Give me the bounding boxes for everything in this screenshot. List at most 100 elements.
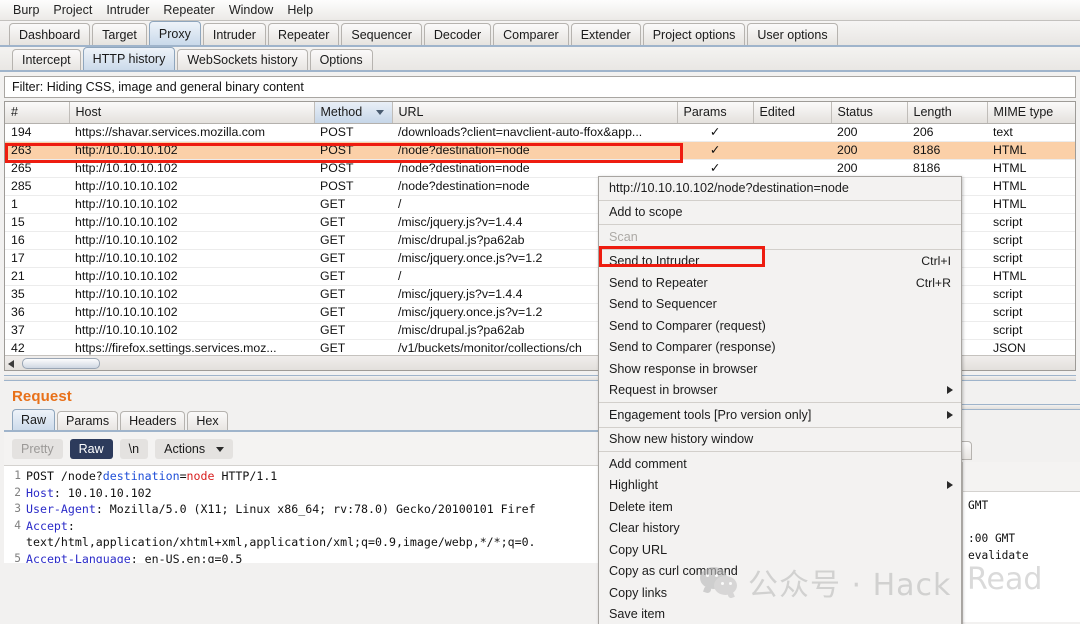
request-tab-label: Headers — [129, 414, 177, 428]
request-tab-headers[interactable]: Headers — [120, 411, 186, 430]
tab-extender[interactable]: Extender — [570, 23, 641, 45]
request-code-text: Accept-Language: en-US,en;q=0.5 — [26, 551, 242, 564]
context-menu-item-label: Scan — [609, 229, 638, 244]
column-header-method[interactable]: Method — [314, 102, 393, 124]
cell-url: /node?destination=node — [392, 141, 677, 160]
context-menu-item-send-to-comparer-request[interactable]: Send to Comparer (request) — [599, 315, 961, 337]
newline-toggle[interactable]: \n — [119, 439, 149, 459]
table-row[interactable]: 265 http://10.10.10.102 POST/node?destinat… — [5, 159, 1075, 178]
tab-label: Target — [102, 27, 137, 42]
pretty-toggle[interactable]: Pretty — [12, 439, 63, 459]
context-menu-item-copy-url[interactable]: Copy URL — [599, 539, 961, 561]
table-row[interactable]: 263 http://10.10.10.102 POST/node?destinat… — [5, 141, 1075, 160]
context-menu-separator — [599, 451, 961, 452]
tab-sequencer[interactable]: Sequencer — [341, 23, 422, 45]
context-menu-item-shortcut: Ctrl+I — [921, 254, 951, 269]
menu-item-project[interactable]: Project — [46, 1, 99, 20]
column-header-status[interactable]: Status — [831, 102, 908, 124]
context-menu-item-add-to-scope[interactable]: Add to scope — [599, 202, 961, 224]
context-menu-item-show-new-history-window[interactable]: Show new history window — [599, 429, 961, 451]
tab-user-options[interactable]: User options — [747, 23, 838, 45]
subtab-options[interactable]: Options — [309, 49, 373, 70]
tab-label: Repeater — [277, 27, 330, 42]
request-tab-params[interactable]: Params — [57, 411, 119, 430]
subtab-intercept[interactable]: Intercept — [12, 49, 81, 70]
request-tab-raw[interactable]: Raw — [12, 409, 56, 430]
context-menu-item-copy-as-curl-command[interactable]: Copy as curl command — [599, 561, 961, 583]
column-header-host[interactable]: Host — [69, 102, 315, 124]
menu-item-repeater[interactable]: Repeater — [156, 1, 221, 20]
menu-item-help[interactable]: Help — [280, 1, 320, 20]
context-menu-item-send-to-comparer-response[interactable]: Send to Comparer (response) — [599, 337, 961, 359]
subtab-http-history[interactable]: HTTP history — [82, 47, 176, 70]
context-menu-item-copy-links[interactable]: Copy links — [599, 582, 961, 604]
cell-method: GET — [314, 285, 392, 304]
context-menu-separator — [599, 426, 961, 428]
response-raw-editor-partial[interactable]: GMT :00 GMT evalidate — [962, 492, 1080, 622]
tab-dashboard[interactable]: Dashboard — [9, 23, 91, 45]
cell-host: http://10.10.10.102 — [69, 177, 314, 196]
context-menu-item-request-in-browser[interactable]: Request in browser — [599, 380, 961, 402]
response-tab-partial[interactable] — [962, 441, 972, 460]
cell-mime: script — [987, 303, 1075, 322]
raw-toggle[interactable]: Raw — [69, 439, 113, 459]
cell-host: http://10.10.10.102 — [69, 213, 314, 232]
tab-project-options[interactable]: Project options — [642, 23, 746, 45]
context-menu-item-send-to-sequencer[interactable]: Send to Sequencer — [599, 294, 961, 316]
code-segment: text/html,application/xhtml+xml,applicat… — [26, 535, 536, 549]
context-menu-item-add-comment[interactable]: Add comment — [599, 453, 961, 475]
tab-target[interactable]: Target — [92, 23, 147, 45]
subtab-websockets-history[interactable]: WebSockets history — [177, 49, 308, 70]
column-header-params[interactable]: Params — [677, 102, 754, 124]
scroll-left-arrow-icon[interactable] — [8, 360, 14, 368]
subtab-label: WebSockets history — [187, 53, 298, 67]
code-segment: Host — [26, 485, 54, 500]
context-menu-item-save-item[interactable]: Save item — [599, 604, 961, 624]
context-menu-item-engagement-tools-pro-version-only[interactable]: Engagement tools [Pro version only] — [599, 404, 961, 426]
context-menu-item-label: Show new history window — [609, 432, 754, 447]
menu-item-intruder[interactable]: Intruder — [99, 1, 156, 20]
column-header-[interactable]: # — [5, 102, 70, 124]
menu-item-burp[interactable]: Burp — [6, 1, 46, 20]
cell-mime: HTML — [987, 159, 1075, 178]
table-row[interactable]: 194 https://shavar.services.mozilla.com PO… — [5, 123, 1075, 142]
context-menu-item-send-to-repeater[interactable]: Send to Repeater Ctrl+R — [599, 272, 961, 294]
filter-bar[interactable]: Filter: Hiding CSS, image and general bi… — [4, 76, 1076, 98]
response-panel-partial: GMT :00 GMT evalidate — [962, 404, 1080, 624]
context-menu-item-label: Send to Intruder — [609, 254, 700, 269]
history-context-menu: http://10.10.10.102/node?destination=nod… — [598, 176, 962, 624]
tab-repeater[interactable]: Repeater — [267, 23, 340, 45]
cell-method: POST — [314, 141, 392, 160]
code-segment: : en-US,en;q=0.5 — [130, 551, 243, 564]
context-menu-item-send-to-intruder[interactable]: Send to Intruder Ctrl+I — [599, 251, 961, 273]
menu-item-window[interactable]: Window — [222, 1, 280, 20]
context-menu-item-delete-item[interactable]: Delete item — [599, 496, 961, 518]
context-menu-item-show-response-in-browser[interactable]: Show response in browser — [599, 358, 961, 380]
cell-params: ✓ — [677, 141, 753, 160]
tab-intruder[interactable]: Intruder — [202, 23, 266, 45]
actions-button[interactable]: Actions — [155, 439, 234, 459]
panel-divider-line — [962, 444, 963, 624]
tab-comparer[interactable]: Comparer — [493, 23, 569, 45]
cell-num: 21 — [5, 267, 69, 286]
cell-mime: script — [987, 213, 1075, 232]
context-menu-item-label: Show response in browser — [609, 361, 758, 376]
column-header-length[interactable]: Length — [907, 102, 988, 124]
context-menu-item-clear-history[interactable]: Clear history — [599, 518, 961, 540]
column-header-mime-type[interactable]: MIME type — [987, 102, 1075, 124]
code-segment: POST /node? — [26, 469, 103, 483]
context-menu-item-label: Save item — [609, 607, 665, 622]
column-header-url[interactable]: URL — [392, 102, 678, 124]
request-tab-hex[interactable]: Hex — [187, 411, 228, 430]
tab-decoder[interactable]: Decoder — [423, 23, 492, 45]
response-toolbar-partial — [962, 462, 1080, 492]
cell-edited — [753, 123, 831, 142]
tab-proxy[interactable]: Proxy — [148, 21, 201, 45]
response-line-1: GMT — [968, 499, 989, 512]
context-menu-item-shortcut: Ctrl+R — [915, 275, 951, 290]
column-header-label: MIME type — [993, 105, 1054, 120]
context-menu-item-highlight[interactable]: Highlight — [599, 475, 961, 497]
response-tab-strip-partial — [962, 440, 1080, 462]
column-header-edited[interactable]: Edited — [753, 102, 832, 124]
scrollbar-thumb[interactable] — [22, 358, 100, 369]
